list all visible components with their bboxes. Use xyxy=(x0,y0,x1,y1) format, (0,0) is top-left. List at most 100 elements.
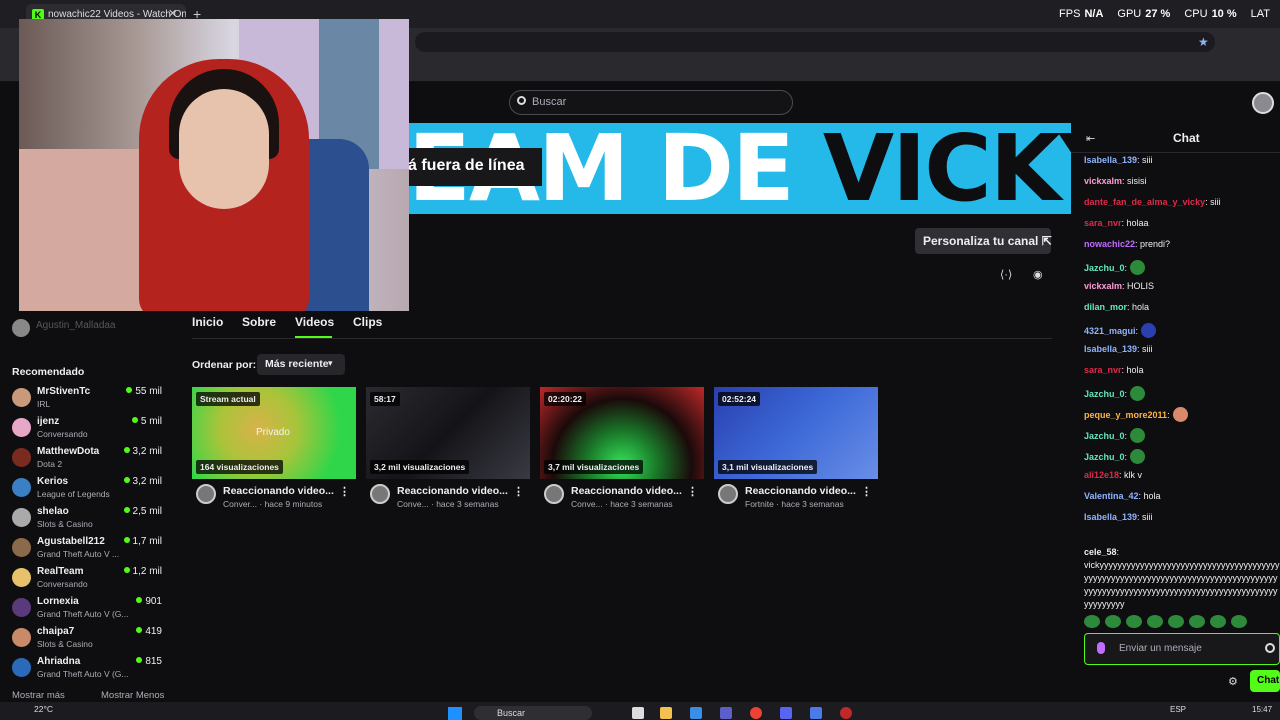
store-icon[interactable] xyxy=(690,707,702,719)
sidebar-channel[interactable]: RealTeam Conversando 1,2 mil xyxy=(12,566,162,594)
chat-username[interactable]: cele_58 xyxy=(1084,547,1117,557)
video-card[interactable]: 58:17 3,2 mil visualizaciones Reaccionando… xyxy=(366,387,530,509)
emote-icon[interactable] xyxy=(1231,615,1247,628)
taskbar-clock[interactable]: 15:47 xyxy=(1252,705,1272,714)
emote-icon[interactable] xyxy=(1147,615,1163,628)
chat-username[interactable]: ali12e18 xyxy=(1084,470,1119,480)
collapse-chat-icon[interactable]: ⇤ xyxy=(1086,132,1095,145)
chat-message: Isabella_139: siii xyxy=(1084,512,1153,522)
sidebar-channel[interactable]: Kerios League of Legends 3,2 mil xyxy=(12,476,162,504)
emote-icon[interactable] xyxy=(1105,615,1121,628)
video-card[interactable]: Stream actual Privado 164 visualizaciones R… xyxy=(192,387,356,509)
video-title[interactable]: Reaccionando video... xyxy=(397,485,508,497)
chat-username[interactable]: Isabella_139 xyxy=(1084,155,1137,165)
chat-username[interactable]: vickxalm xyxy=(1084,281,1122,291)
video-card[interactable]: 02:20:22 3,7 mil visualizaciones Reacciona… xyxy=(540,387,704,509)
sidebar-channel[interactable]: MatthewDota Dota 2 3,2 mil xyxy=(12,446,162,474)
emote-icon[interactable] xyxy=(1210,615,1226,628)
chat-username[interactable]: nowachic22 xyxy=(1084,239,1135,249)
tab-inicio[interactable]: Inicio xyxy=(192,315,223,329)
taskbar-language[interactable]: ESP xyxy=(1170,705,1186,714)
sidebar-channel[interactable]: Lornexia Grand Theft Auto V (G... 901 xyxy=(12,596,162,624)
search-input[interactable]: Buscar xyxy=(509,90,793,115)
chat-username[interactable]: sara_nvr xyxy=(1084,218,1122,228)
chat-username[interactable]: Jazchu_0 xyxy=(1084,431,1125,441)
chat-username[interactable]: sara_nvr xyxy=(1084,365,1122,375)
chat-username[interactable]: Isabella_139 xyxy=(1084,512,1137,522)
chat-username[interactable]: peque_y_more2011 xyxy=(1084,410,1167,420)
more-options-icon[interactable]: ⋮ xyxy=(687,485,698,498)
chat-username[interactable]: 4321_magui xyxy=(1084,326,1136,336)
video-channel-avatar[interactable] xyxy=(544,484,564,504)
share-icon[interactable]: ⟨·⟩ xyxy=(1000,268,1012,281)
tab-clips[interactable]: Clips xyxy=(353,315,382,329)
file-explorer-icon[interactable] xyxy=(660,707,672,719)
video-thumbnail[interactable]: 02:20:22 3,7 mil visualizaciones xyxy=(540,387,704,479)
sidebar-channel[interactable]: chaipa7 Slots & Casino 419 xyxy=(12,626,162,654)
send-chat-button[interactable]: Chat xyxy=(1250,670,1280,692)
chrome-icon[interactable] xyxy=(750,707,762,719)
sidebar-channel[interactable]: Agustabell212 Grand Theft Auto V ... 1,7 m… xyxy=(12,536,162,564)
sidebar-channel[interactable]: MrStivenTc IRL 55 mil xyxy=(12,386,162,414)
chat-username[interactable]: Jazchu_0 xyxy=(1084,263,1125,273)
video-thumbnail[interactable]: Stream actual Privado 164 visualizaciones xyxy=(192,387,356,479)
emote-icon[interactable] xyxy=(1189,615,1205,628)
video-channel-avatar[interactable] xyxy=(370,484,390,504)
follow-icon[interactable]: ◉ xyxy=(1033,268,1043,281)
gear-icon[interactable]: ⚙ xyxy=(1228,675,1238,688)
emote-icon[interactable] xyxy=(1130,260,1146,275)
chat-text: : sisisi xyxy=(1122,176,1147,186)
more-options-icon[interactable]: ⋮ xyxy=(861,485,872,498)
video-channel-avatar[interactable] xyxy=(718,484,738,504)
more-options-icon[interactable]: ⋮ xyxy=(339,485,350,498)
chat-username[interactable]: Isabella_139 xyxy=(1084,344,1137,354)
address-bar-input[interactable] xyxy=(415,32,1215,52)
sidebar-user-avatar[interactable] xyxy=(12,319,30,337)
video-title[interactable]: Reaccionando video... xyxy=(571,485,682,497)
bookmark-star-icon[interactable]: ★ xyxy=(1198,35,1209,49)
chat-username[interactable]: vickxalm xyxy=(1084,176,1122,186)
user-avatar[interactable] xyxy=(1252,92,1274,114)
video-channel-avatar[interactable] xyxy=(196,484,216,504)
discord-icon[interactable] xyxy=(780,707,792,719)
video-thumbnail[interactable]: 02:52:24 3,1 mil visualizaciones xyxy=(714,387,878,479)
chat-username[interactable]: dante_fan_de_alma_y_vicky xyxy=(1084,197,1205,207)
customize-channel-button[interactable]: Personaliza tu canal ⇱ xyxy=(915,228,1052,254)
emote-icon[interactable] xyxy=(1126,615,1142,628)
taskbar-search[interactable]: Buscar xyxy=(474,706,592,720)
video-title[interactable]: Reaccionando video... xyxy=(745,485,856,497)
channel-name: RealTeam xyxy=(37,566,84,577)
emote-icon[interactable] xyxy=(1172,407,1188,422)
emote-icon[interactable] xyxy=(1130,386,1146,401)
tab-sobre[interactable]: Sobre xyxy=(242,315,276,329)
chat-username[interactable]: Jazchu_0 xyxy=(1084,389,1125,399)
show-more-link[interactable]: Mostrar más xyxy=(12,690,65,701)
sidebar-channel[interactable]: Ahriadna Grand Theft Auto V (G... 815 xyxy=(12,656,162,684)
app-icon[interactable] xyxy=(840,707,852,719)
emote-icon[interactable] xyxy=(1130,428,1146,443)
mic-icon[interactable] xyxy=(1097,642,1105,654)
emote-icon[interactable] xyxy=(1084,615,1100,628)
chat-username[interactable]: Jazchu_0 xyxy=(1084,452,1125,462)
emote-icon[interactable] xyxy=(1141,323,1157,338)
video-title[interactable]: Reaccionando video... xyxy=(223,485,334,497)
taskbar-weather[interactable]: 22°C xyxy=(34,704,53,714)
emoji-icon[interactable] xyxy=(1265,643,1275,653)
sidebar-user-name[interactable]: Agustin_Malladaa xyxy=(36,320,116,331)
app-icon[interactable] xyxy=(810,707,822,719)
task-view-icon[interactable] xyxy=(632,707,644,719)
video-thumbnail[interactable]: 58:17 3,2 mil visualizaciones xyxy=(366,387,530,479)
teams-icon[interactable] xyxy=(720,707,732,719)
chat-username[interactable]: Valentina_42 xyxy=(1084,491,1139,501)
sidebar-channel[interactable]: shelao Slots & Casino 2,5 mil xyxy=(12,506,162,534)
video-card[interactable]: 02:52:24 3,1 mil visualizaciones Reacciona… xyxy=(714,387,878,509)
tab-videos[interactable]: Videos xyxy=(295,315,334,329)
emote-icon[interactable] xyxy=(1130,449,1146,464)
show-less-link[interactable]: Mostrar Menos xyxy=(101,690,164,701)
sidebar-channel[interactable]: ijenz Conversando 5 mil xyxy=(12,416,162,444)
chat-message-input[interactable]: Enviar un mensaje xyxy=(1084,633,1280,665)
windows-start-icon[interactable] xyxy=(448,707,462,720)
more-options-icon[interactable]: ⋮ xyxy=(513,485,524,498)
emote-icon[interactable] xyxy=(1168,615,1184,628)
chat-username[interactable]: dilan_mor xyxy=(1084,302,1127,312)
